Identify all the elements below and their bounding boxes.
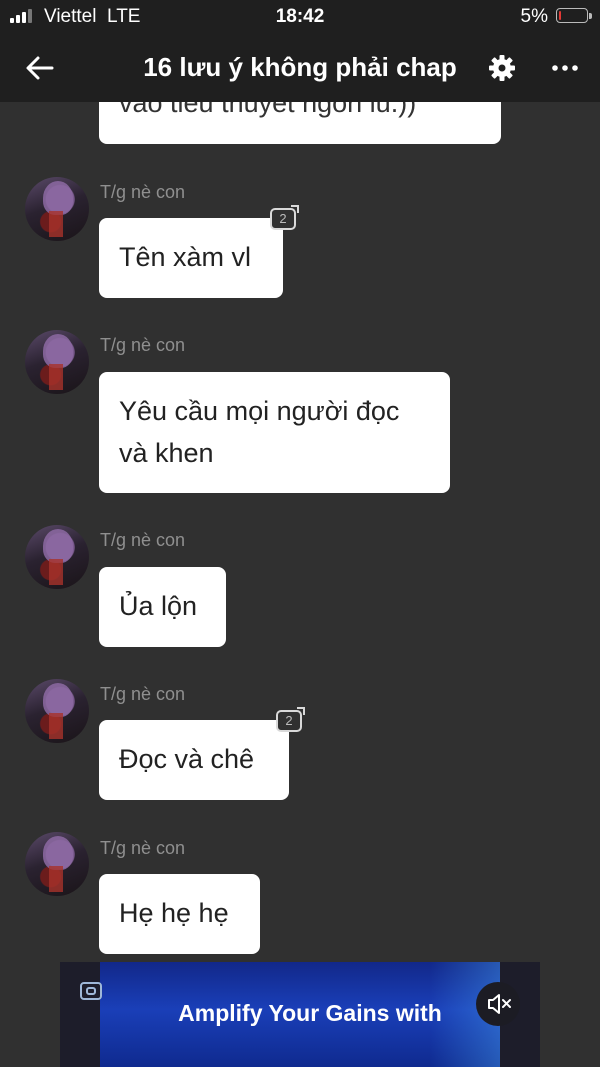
reply-count-badge[interactable]: 2 <box>270 208 296 230</box>
message-bubble[interactable]: Tên xàm vl <box>99 218 283 298</box>
battery-icon <box>556 8 592 23</box>
sender-name[interactable]: T/g nè con <box>100 684 185 705</box>
page-title: 16 lưu ý không phải chap <box>143 52 457 82</box>
reply-count-badge[interactable]: 2 <box>276 710 302 732</box>
ad-choices-icon[interactable] <box>80 982 102 1000</box>
gear-icon[interactable] <box>488 54 516 82</box>
avatar[interactable] <box>25 832 89 896</box>
more-icon[interactable] <box>550 54 580 82</box>
avatar[interactable] <box>25 679 89 743</box>
sender-name[interactable]: T/g nè con <box>100 182 185 203</box>
battery-percent: 5% <box>520 6 548 27</box>
avatar[interactable] <box>25 177 89 241</box>
message-bubble[interactable]: Hẹ hẹ hẹ <box>99 874 260 954</box>
clock: 18:42 <box>275 6 325 27</box>
avatar[interactable] <box>25 525 89 589</box>
status-bar: Viettel LTE 18:42 5% <box>0 0 600 34</box>
nav-bar: 16 lưu ý không phải chap <box>0 34 600 102</box>
ad-banner[interactable]: Amplify Your Gains with <box>60 962 540 1067</box>
chat-area[interactable]: vào tiểu thuyết ngôn lù.)) T/g nè con Tê… <box>0 102 600 962</box>
sender-name[interactable]: T/g nè con <box>100 530 185 551</box>
message-bubble[interactable]: vào tiểu thuyết ngôn lù.)) <box>99 102 501 144</box>
ad-headline[interactable]: Amplify Your Gains with <box>160 1000 460 1027</box>
message-bubble[interactable]: Đọc và chê <box>99 720 289 800</box>
sender-name[interactable]: T/g nè con <box>100 838 185 859</box>
mute-button[interactable] <box>476 982 520 1026</box>
message-bubble[interactable]: Yêu cầu mọi người đọc và khen <box>99 372 450 493</box>
back-arrow-icon[interactable] <box>24 52 56 84</box>
mute-icon <box>488 994 511 1014</box>
sender-name[interactable]: T/g nè con <box>100 335 185 356</box>
avatar[interactable] <box>25 330 89 394</box>
message-bubble[interactable]: Ủa lộn <box>99 567 226 647</box>
